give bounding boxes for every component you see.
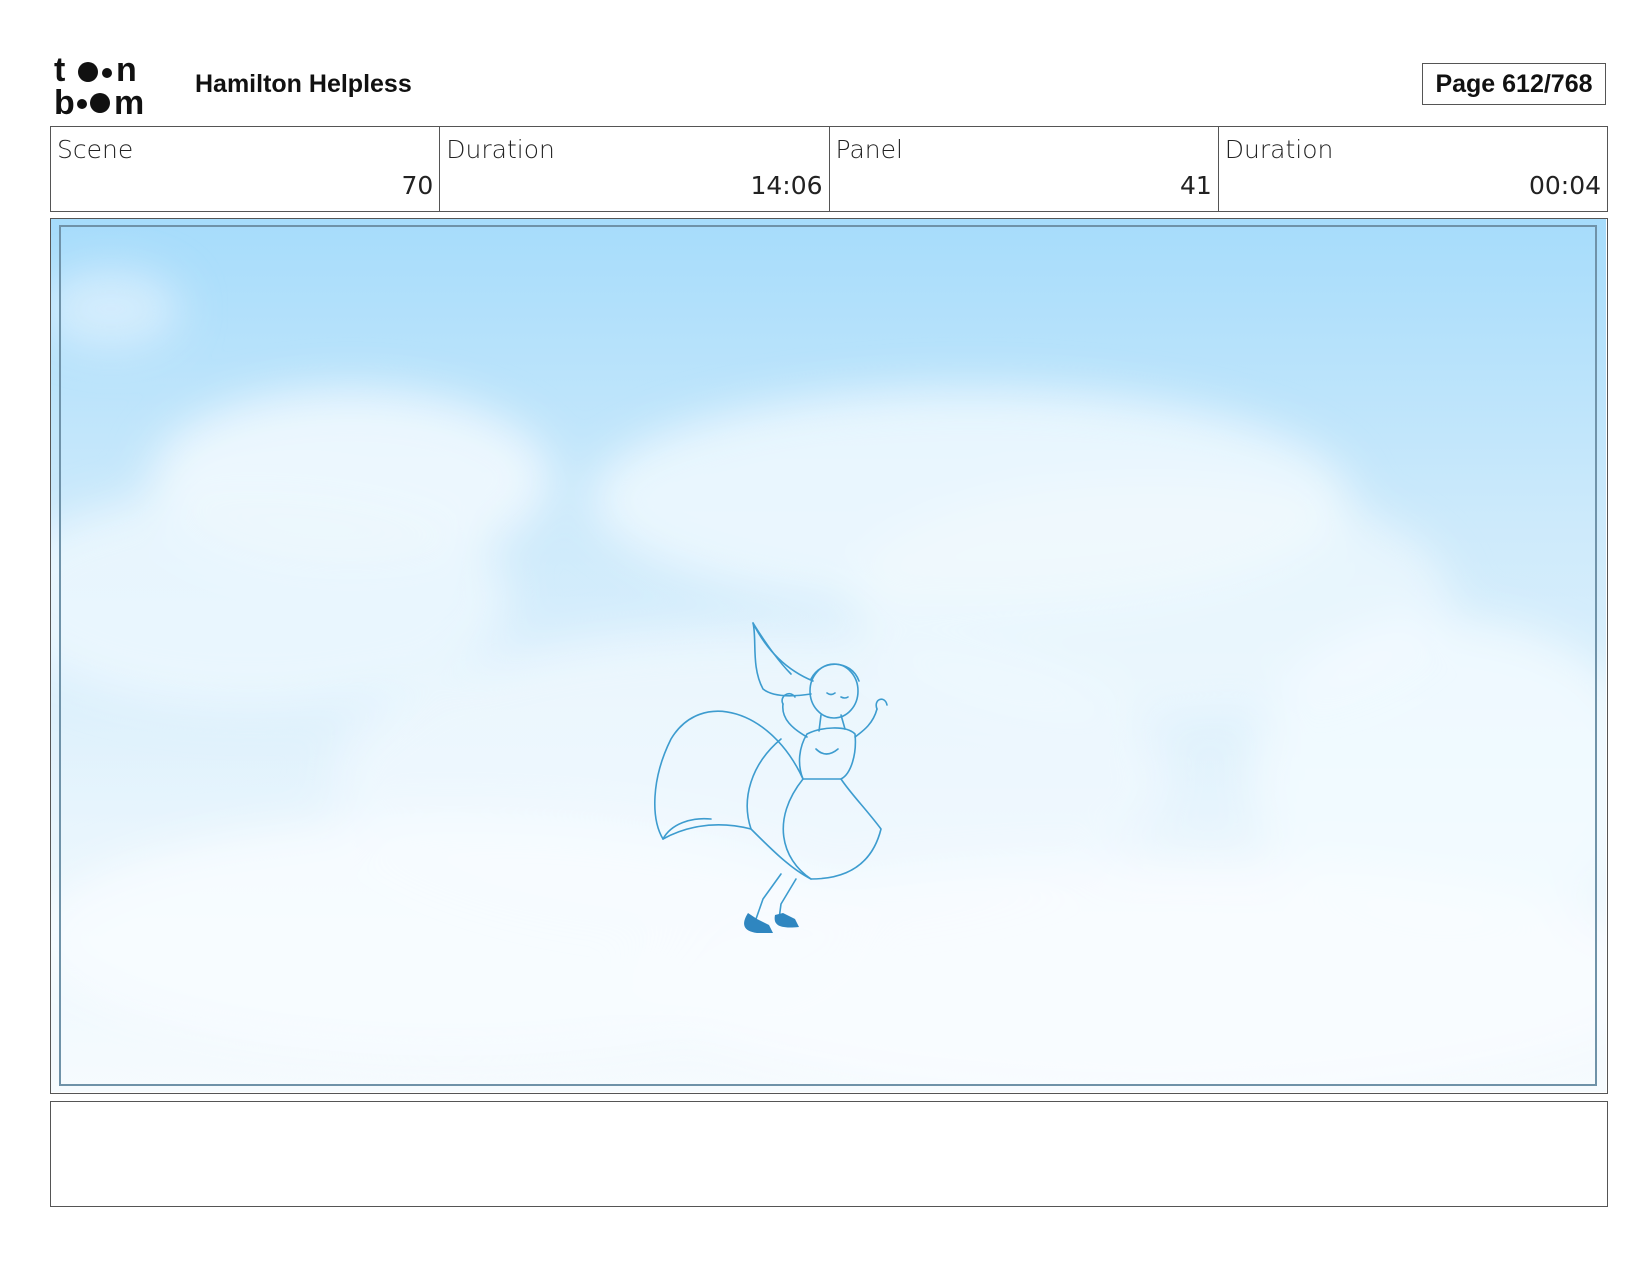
scene-duration-cell: Duration 14:06 (440, 127, 830, 211)
page-indicator: Page 612/768 (1422, 63, 1606, 105)
panel-label: Panel (835, 135, 903, 164)
svg-text:m: m (114, 84, 144, 116)
panel-cell: Panel 41 (830, 127, 1219, 211)
scene-cell: Scene 70 (51, 127, 441, 211)
storyboard-info-table: Scene 70 Duration 14:06 Panel 41 Duratio… (50, 126, 1608, 212)
project-title: Hamilton Helpless (195, 70, 412, 98)
scene-duration-value: 14:06 (750, 171, 823, 200)
panel-duration-value: 00:04 (1528, 171, 1601, 200)
panel-notes-box[interactable] (50, 1101, 1608, 1207)
scene-label: Scene (57, 135, 134, 164)
svg-text:b: b (54, 84, 75, 116)
panel-duration-cell: Duration 00:04 (1219, 127, 1607, 211)
scene-duration-label: Duration (446, 135, 555, 164)
scene-value: 70 (401, 171, 434, 200)
panel-duration-label: Duration (1224, 135, 1334, 164)
toon-boom-logo: t n b m (54, 54, 144, 116)
panel-artwork (51, 219, 1606, 1092)
panel-value: 41 (1179, 171, 1212, 200)
storyboard-panel (50, 218, 1608, 1094)
